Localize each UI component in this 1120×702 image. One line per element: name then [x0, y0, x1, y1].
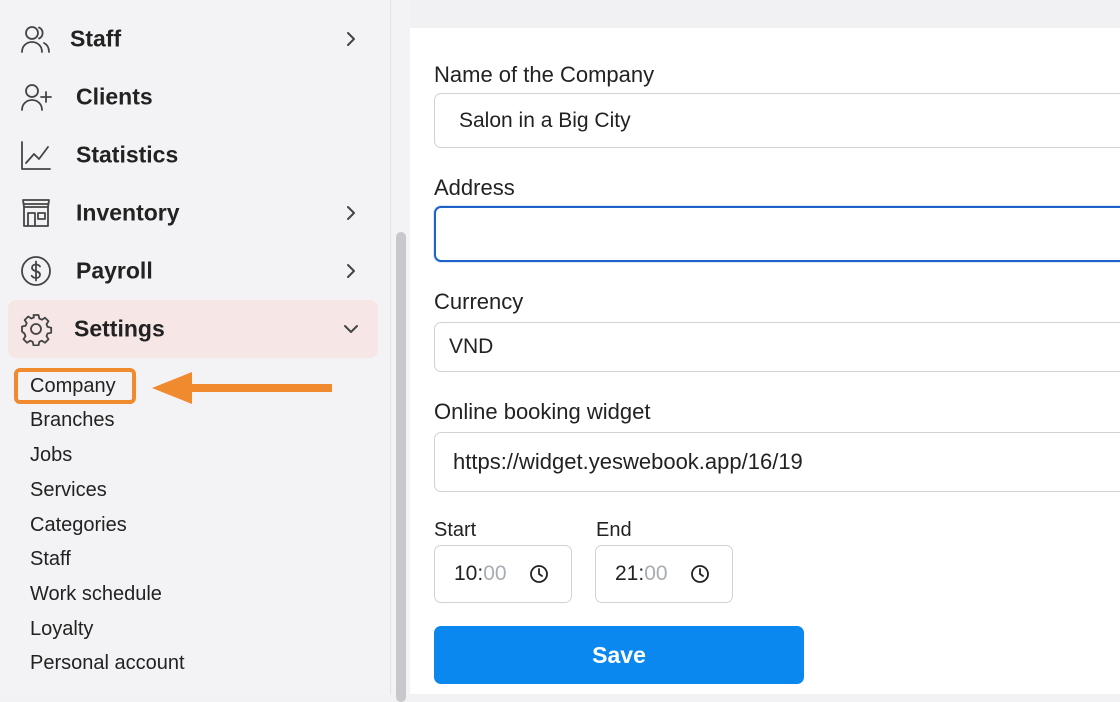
sidebar-item-label: Payroll	[76, 257, 153, 284]
end-time-input[interactable]: 21: 00	[595, 545, 733, 603]
sidebar: Staff Clients Statistics Inventory Payro…	[0, 0, 391, 694]
gear-icon	[18, 311, 54, 347]
submenu-item-categories[interactable]: Categories	[30, 513, 127, 537]
sidebar-item-payroll[interactable]: Payroll	[8, 242, 378, 300]
sidebar-item-label: Clients	[76, 83, 153, 110]
start-time-minute: 00	[483, 562, 507, 585]
save-button[interactable]: Save	[434, 626, 804, 684]
submenu-item-services[interactable]: Services	[30, 478, 107, 502]
chevron-right-icon	[342, 30, 360, 48]
sidebar-item-inventory[interactable]: Inventory	[8, 184, 378, 242]
sidebar-item-label: Inventory	[76, 199, 180, 226]
submenu-item-branches[interactable]: Branches	[30, 408, 115, 432]
sidebar-item-label: Settings	[74, 315, 165, 342]
sidebar-item-label: Staff	[70, 25, 122, 52]
sidebar-item-staff[interactable]: Staff	[8, 10, 378, 68]
page-header	[410, 0, 1120, 28]
chevron-right-icon	[342, 262, 360, 280]
clock-icon[interactable]	[690, 564, 710, 584]
chart-line-icon	[18, 137, 54, 173]
end-time-minute: 00	[644, 562, 668, 585]
submenu-item-personal-account[interactable]: Personal account	[30, 651, 185, 675]
start-time-label: Start	[434, 519, 477, 541]
booking-widget-input[interactable]: https://widget.yeswebook.app/16/19	[434, 432, 1120, 492]
address-input[interactable]	[434, 206, 1120, 262]
sidebar-item-statistics[interactable]: Statistics	[8, 126, 378, 184]
currency-label: Currency	[434, 289, 524, 314]
arrow-left-icon	[152, 372, 332, 404]
company-form: Name of the Company Salon in a Big City …	[410, 28, 1120, 694]
store-icon	[18, 195, 54, 231]
currency-select[interactable]: VND	[434, 322, 1120, 372]
company-name-value: Salon in a Big City	[459, 108, 631, 132]
company-name-input[interactable]: Salon in a Big City	[434, 93, 1120, 148]
sidebar-item-settings[interactable]: Settings	[8, 300, 378, 358]
sidebar-scrollbar-thumb[interactable]	[396, 232, 406, 702]
booking-widget-label: Online booking widget	[434, 399, 651, 424]
submenu-item-company[interactable]: Company	[30, 374, 116, 398]
chevron-right-icon	[342, 204, 360, 222]
submenu-item-loyalty[interactable]: Loyalty	[30, 617, 93, 641]
end-time-label: End	[596, 519, 632, 541]
start-time-input[interactable]: 10: 00	[434, 545, 572, 603]
currency-value: VND	[449, 335, 494, 358]
users-icon	[18, 21, 54, 57]
sidebar-item-label: Statistics	[76, 141, 179, 168]
dollar-circle-icon	[18, 253, 54, 289]
chevron-down-icon	[342, 320, 360, 338]
sidebar-item-clients[interactable]: Clients	[8, 68, 378, 126]
submenu-item-jobs[interactable]: Jobs	[30, 443, 72, 467]
start-time-hour: 10:	[454, 562, 484, 585]
company-name-label: Name of the Company	[434, 62, 655, 87]
submenu-item-work-schedule[interactable]: Work schedule	[30, 582, 162, 606]
address-label: Address	[434, 175, 515, 200]
user-plus-icon	[18, 79, 54, 115]
end-time-hour: 21:	[615, 562, 645, 585]
booking-widget-value: https://widget.yeswebook.app/16/19	[453, 449, 803, 474]
clock-icon[interactable]	[529, 564, 549, 584]
submenu-item-staff[interactable]: Staff	[30, 547, 71, 571]
